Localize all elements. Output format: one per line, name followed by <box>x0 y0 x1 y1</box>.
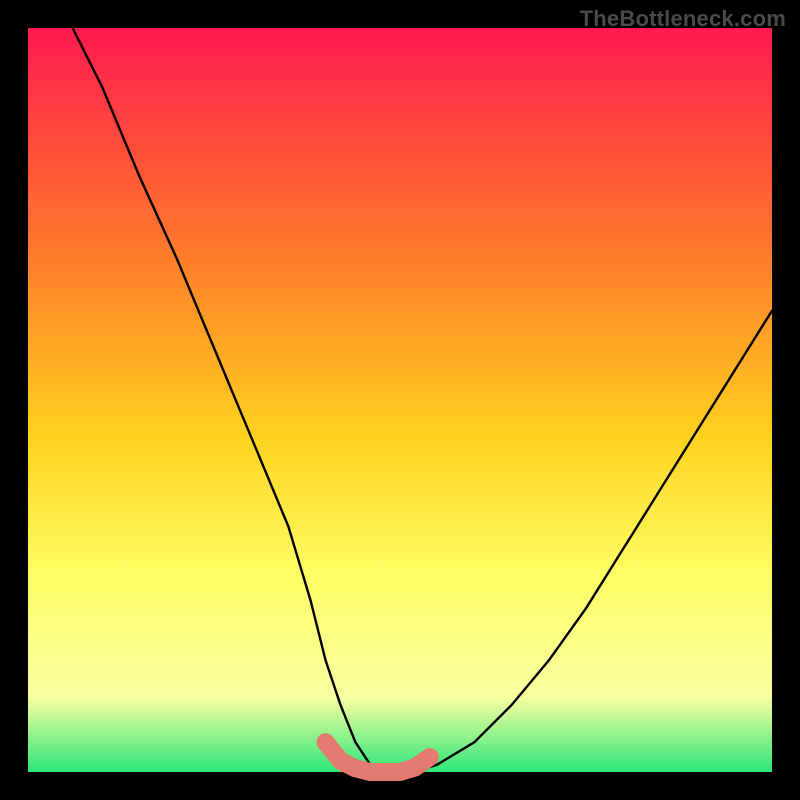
plot-area <box>28 28 772 772</box>
bottleneck-chart <box>0 0 800 800</box>
watermark-text: TheBottleneck.com <box>580 6 786 32</box>
